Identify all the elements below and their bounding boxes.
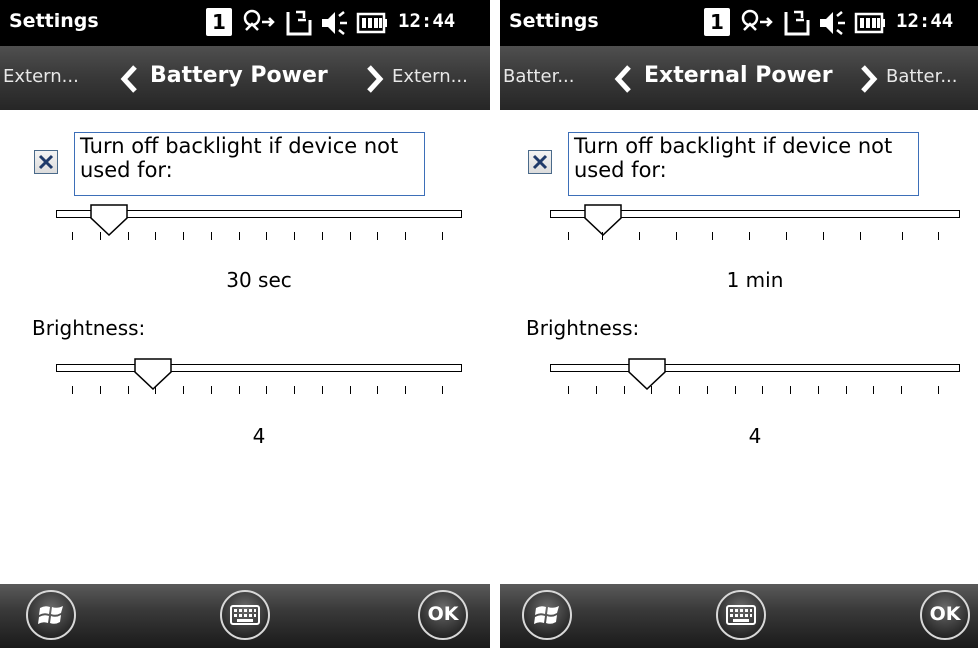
check-x-icon bbox=[532, 154, 548, 170]
notification-badge[interactable]: 1 bbox=[704, 8, 730, 36]
screen-divider bbox=[490, 0, 500, 648]
volume-icon[interactable] bbox=[320, 8, 350, 38]
battery-icon[interactable] bbox=[356, 8, 388, 38]
slider-ticks bbox=[550, 232, 960, 242]
slider-ticks bbox=[56, 232, 462, 242]
keyboard-button[interactable] bbox=[220, 590, 270, 640]
pivot-prev-tab[interactable]: Extern... bbox=[3, 66, 79, 87]
backlight-checkbox[interactable] bbox=[34, 150, 58, 174]
backlight-checkbox-label[interactable]: Turn off backlight if device not used fo… bbox=[80, 134, 398, 182]
chevron-left-icon[interactable] bbox=[612, 64, 634, 94]
slider-ticks bbox=[550, 386, 960, 396]
settings-title[interactable]: Settings bbox=[9, 10, 99, 32]
settings-title[interactable]: Settings bbox=[509, 10, 599, 32]
backlight-timeout-value: 1 min bbox=[726, 268, 784, 292]
ok-button[interactable]: OK bbox=[920, 590, 970, 640]
brightness-slider[interactable] bbox=[56, 358, 462, 406]
softkey-bar: OK bbox=[0, 584, 490, 648]
connectivity-icon[interactable] bbox=[242, 8, 276, 38]
battery-icon[interactable] bbox=[854, 8, 886, 38]
brightness-value: 4 bbox=[252, 424, 266, 448]
backlight-timeout-slider[interactable] bbox=[56, 204, 462, 252]
status-bar: Settings 1 12:44 bbox=[500, 0, 978, 46]
windows-start-icon bbox=[534, 606, 559, 624]
pivot-next-tab[interactable]: Batter... bbox=[886, 66, 957, 87]
pivot-header: Batter... External Power Batter... bbox=[500, 46, 978, 110]
clock[interactable]: 12:44 bbox=[896, 10, 953, 32]
ok-button[interactable]: OK bbox=[418, 590, 468, 640]
ok-label: OK bbox=[427, 603, 459, 625]
volume-icon[interactable] bbox=[818, 8, 848, 38]
sync-icon[interactable] bbox=[780, 8, 812, 38]
brightness-label: Brightness: bbox=[526, 316, 640, 340]
backlight-checkbox[interactable] bbox=[528, 150, 552, 174]
clock[interactable]: 12:44 bbox=[398, 10, 455, 32]
backlight-timeout-value: 30 sec bbox=[226, 268, 292, 292]
brightness-slider[interactable] bbox=[550, 358, 960, 406]
keyboard-icon bbox=[230, 605, 260, 625]
brightness-value: 4 bbox=[748, 424, 762, 448]
check-x-icon bbox=[38, 154, 54, 170]
battery-power-screen: Settings 1 12:44 Extern... Battery Power… bbox=[0, 0, 490, 648]
pivot-current-tab[interactable]: External Power bbox=[644, 63, 833, 88]
ok-label: OK bbox=[929, 603, 961, 625]
backlight-timeout-slider[interactable] bbox=[550, 204, 960, 252]
pivot-current-tab[interactable]: Battery Power bbox=[150, 63, 328, 88]
external-power-screen: Settings 1 12:44 Batter... External Powe… bbox=[500, 0, 978, 648]
notification-badge[interactable]: 1 bbox=[206, 8, 232, 36]
sync-icon[interactable] bbox=[282, 8, 314, 38]
pivot-next-tab[interactable]: Extern... bbox=[392, 66, 468, 87]
brightness-label: Brightness: bbox=[32, 316, 146, 340]
start-button[interactable] bbox=[522, 590, 572, 640]
keyboard-icon bbox=[726, 605, 756, 625]
start-button[interactable] bbox=[26, 590, 76, 640]
slider-ticks bbox=[56, 386, 462, 396]
chevron-right-icon[interactable] bbox=[364, 64, 386, 94]
chevron-left-icon[interactable] bbox=[118, 64, 140, 94]
keyboard-button[interactable] bbox=[716, 590, 766, 640]
windows-start-icon bbox=[38, 606, 63, 624]
slider-track bbox=[56, 364, 462, 372]
slider-track bbox=[550, 364, 960, 372]
softkey-bar: OK bbox=[500, 584, 978, 648]
pivot-header: Extern... Battery Power Extern... bbox=[0, 46, 490, 110]
chevron-right-icon[interactable] bbox=[858, 64, 880, 94]
connectivity-icon[interactable] bbox=[740, 8, 774, 38]
backlight-checkbox-label[interactable]: Turn off backlight if device not used fo… bbox=[574, 134, 892, 182]
pivot-prev-tab[interactable]: Batter... bbox=[503, 66, 574, 87]
status-bar: Settings 1 12:44 bbox=[0, 0, 490, 46]
